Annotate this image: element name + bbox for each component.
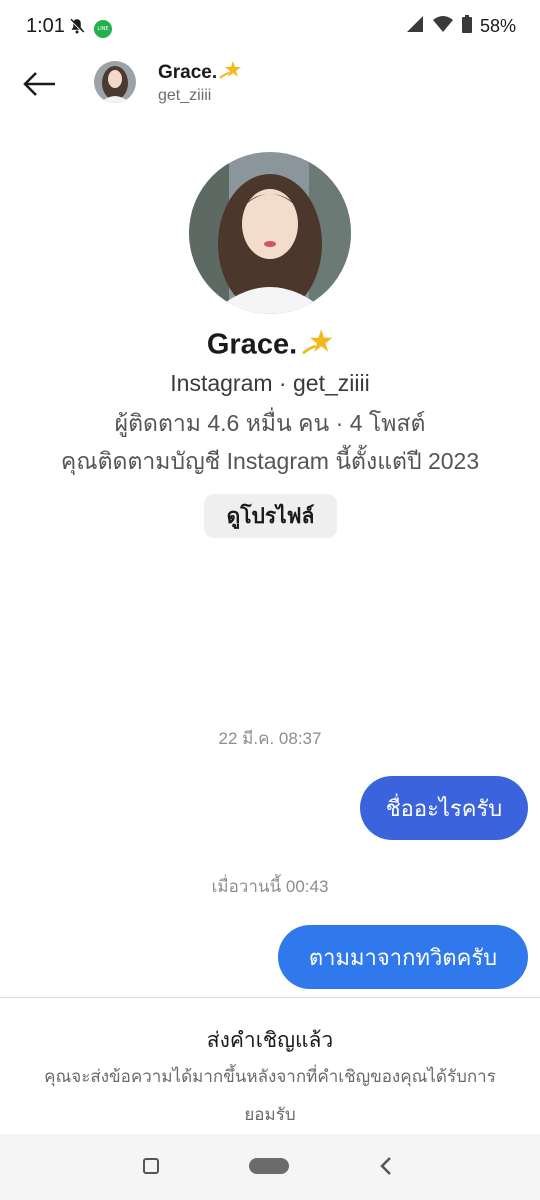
invite-sent-title: ส่งคำเชิญแล้ว: [206, 1029, 334, 1052]
recents-button[interactable]: [143, 1158, 159, 1174]
dizzy-star-icon: [301, 328, 333, 364]
dizzy-star-icon: [219, 60, 242, 86]
profile-name-text: Grace.: [206, 328, 298, 361]
message-timestamp: เมื่อวานนี้ 00:43: [211, 877, 329, 896]
profile-following-since: คุณติดตามบัญชี Instagram นี้ตั้งแต่ปี 20…: [60, 448, 480, 474]
status-time: 1:01: [26, 15, 65, 37]
back-button[interactable]: [18, 64, 62, 104]
wifi-icon: [432, 15, 454, 38]
invite-sent-description: คุณจะส่งข้อความได้มากขึ้นหลังจากที่คำเชิ…: [44, 1067, 496, 1124]
status-right: 58%: [406, 15, 516, 38]
status-left-icons: LINE: [68, 17, 112, 40]
message-bubble[interactable]: ตามมาจากทวิตครับ: [278, 925, 528, 989]
line-app-icon: LINE: [94, 19, 112, 38]
divider: [0, 997, 540, 998]
chevron-left-icon: [380, 1157, 391, 1175]
header-name-text: Grace.: [158, 62, 218, 83]
profile-followers-posts: ผู้ติดตาม 4.6 หมื่น คน · 4 โพสต์: [114, 410, 426, 436]
profile-avatar[interactable]: [189, 152, 351, 314]
header-username[interactable]: get_ziiii: [158, 87, 211, 105]
message-timestamp: 22 มี.ค. 08:37: [218, 729, 322, 748]
chat-header: Grace. get_ziiii: [0, 56, 540, 112]
profile-platform-username: Instagram · get_ziiii: [170, 370, 370, 396]
profile-name: Grace.: [0, 328, 540, 364]
arrow-left-icon: [23, 72, 55, 96]
status-bar: 1:01 LINE 58%: [0, 0, 540, 56]
signal-icon: [406, 15, 424, 38]
avatar[interactable]: [94, 61, 136, 103]
system-nav-bar: [0, 1134, 540, 1200]
system-back-button[interactable]: [374, 1152, 398, 1180]
header-name[interactable]: Grace.: [158, 60, 242, 86]
battery-percent: 58%: [479, 16, 516, 36]
battery-icon: [461, 15, 472, 38]
message-bubble[interactable]: ชื่ออะไรครับ: [360, 776, 528, 840]
view-profile-button[interactable]: ดูโปรไฟล์: [204, 494, 337, 538]
mute-bell-icon: [68, 17, 86, 40]
home-button[interactable]: [249, 1158, 289, 1174]
